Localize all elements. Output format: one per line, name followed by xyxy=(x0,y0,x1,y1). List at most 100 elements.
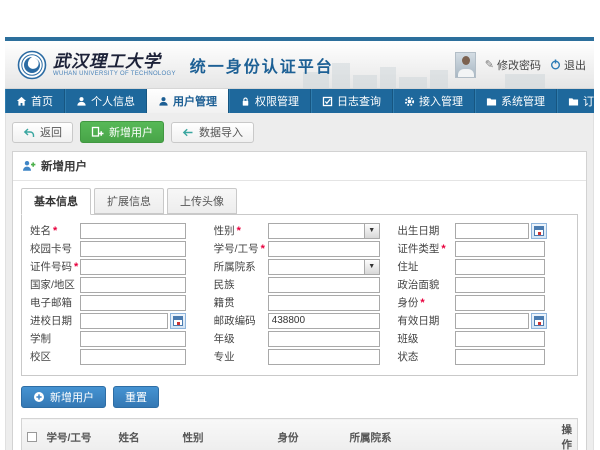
schooling-length-input[interactable] xyxy=(80,331,186,347)
native-place-input[interactable] xyxy=(268,295,380,311)
major-input[interactable] xyxy=(268,349,380,365)
nav-label: 首页 xyxy=(31,93,53,109)
form-field: 进校日期 xyxy=(24,313,208,328)
building-silhouette xyxy=(430,70,448,88)
folder-icon xyxy=(568,96,579,107)
nav-item-access-management[interactable]: 接入管理 xyxy=(393,89,475,113)
add-user-submit-button[interactable]: 新增用户 xyxy=(21,386,106,408)
calendar-icon[interactable] xyxy=(531,313,547,329)
avatar-head xyxy=(462,56,470,65)
form-column-2: 性别* ▼ 学号/工号* 所属院系 xyxy=(208,223,392,367)
site-container: 武汉理工大学 WUHAN UNIVERSITY OF TECHNOLOGY 统一… xyxy=(5,37,594,450)
nav-label: 订阅管理 xyxy=(583,93,600,109)
university-logo-icon xyxy=(17,50,47,80)
nav-item-system-management[interactable]: 系统管理 xyxy=(475,89,557,113)
brand: 武汉理工大学 WUHAN UNIVERSITY OF TECHNOLOGY 统一… xyxy=(5,50,334,80)
add-user-toolbar-button[interactable]: 新增用户 xyxy=(80,121,164,143)
nav-item-personal-info[interactable]: 个人信息 xyxy=(65,89,147,113)
table-header-row: 学号/工号 姓名 性别 身份 所属院系 操作 xyxy=(22,419,578,450)
identity-input[interactable] xyxy=(455,295,545,311)
field-label: 所属院系 xyxy=(208,259,268,274)
avatar-shirt xyxy=(458,69,474,78)
field-label: 班级 xyxy=(391,331,455,346)
logout-label: 退出 xyxy=(564,57,586,73)
birth-date-input[interactable] xyxy=(455,223,529,239)
building-silhouette xyxy=(399,77,427,88)
power-icon xyxy=(550,59,561,70)
tab-extended-info[interactable]: 扩展信息 xyxy=(94,188,164,214)
status-input[interactable] xyxy=(455,349,545,365)
postal-code-input[interactable] xyxy=(268,313,380,329)
content-panel: 新增用户 基本信息 扩展信息 上传头像 姓 xyxy=(12,151,587,450)
reset-button[interactable]: 重置 xyxy=(113,386,159,408)
field-label: 身份* xyxy=(391,295,455,310)
data-import-button[interactable]: 数据导入 xyxy=(171,122,254,143)
form-field: 专业 xyxy=(208,349,392,364)
column-header-gender: 性别 xyxy=(178,419,273,450)
back-button[interactable]: 返回 xyxy=(12,122,73,143)
basic-info-form: 姓名* 校园卡号 证件号码* 国家/地区 xyxy=(21,214,578,376)
gear-icon xyxy=(404,96,415,107)
address-input[interactable] xyxy=(455,259,545,275)
section-header: 新增用户 xyxy=(13,152,586,181)
form-field: 电子邮箱 xyxy=(24,295,208,310)
field-label: 证件类型* xyxy=(391,241,455,256)
nav-item-log-query[interactable]: 日志查询 xyxy=(311,89,393,113)
form-field: 民族 xyxy=(208,277,392,292)
id-type-input[interactable] xyxy=(455,241,545,257)
field-label: 学制 xyxy=(24,331,80,346)
form-field: 所属院系 ▼ xyxy=(208,259,392,274)
calendar-icon[interactable] xyxy=(531,223,547,239)
form-column-1: 姓名* 校园卡号 证件号码* 国家/地区 xyxy=(24,223,208,367)
class-input[interactable] xyxy=(455,331,545,347)
country-region-input[interactable] xyxy=(80,277,186,293)
required-star: * xyxy=(53,226,57,236)
building-silhouette xyxy=(332,63,350,88)
user-avatar[interactable] xyxy=(455,52,476,78)
form-field: 籍贯 xyxy=(208,295,392,310)
nav-item-permission-management[interactable]: 权限管理 xyxy=(229,89,311,113)
gender-select[interactable]: ▼ xyxy=(268,223,380,239)
logout-link[interactable]: 退出 xyxy=(550,57,586,73)
field-label: 国家/地区 xyxy=(24,277,80,292)
folder-icon xyxy=(486,96,497,107)
student-id-input[interactable] xyxy=(268,241,380,257)
field-label: 学号/工号* xyxy=(208,241,268,256)
required-star: * xyxy=(420,298,424,308)
ethnicity-input[interactable] xyxy=(268,277,380,293)
campus-card-input[interactable] xyxy=(80,241,186,257)
nav-label: 权限管理 xyxy=(255,93,299,109)
id-number-input[interactable] xyxy=(80,259,186,275)
change-password-link[interactable]: ✎ 修改密码 xyxy=(485,57,541,73)
email-input[interactable] xyxy=(80,295,186,311)
nav-item-home[interactable]: 首页 xyxy=(5,89,65,113)
campus-input[interactable] xyxy=(80,349,186,365)
tab-label: 基本信息 xyxy=(34,196,78,208)
nav-label: 日志查询 xyxy=(337,93,381,109)
calendar-icon[interactable] xyxy=(170,313,186,329)
import-arrow-icon xyxy=(182,127,194,138)
users-icon xyxy=(158,96,169,107)
entry-date-input[interactable] xyxy=(80,313,168,329)
nav-item-subscription-management[interactable]: 订阅管理 xyxy=(557,89,600,113)
valid-date-input[interactable] xyxy=(455,313,529,329)
field-label: 状态 xyxy=(391,349,455,364)
department-select[interactable]: ▼ xyxy=(268,259,380,275)
nav-item-user-management[interactable]: 用户管理 xyxy=(147,89,229,113)
tab-upload-avatar[interactable]: 上传头像 xyxy=(167,188,237,214)
political-status-input[interactable] xyxy=(455,277,545,293)
grade-input[interactable] xyxy=(268,331,380,347)
select-all-checkbox[interactable] xyxy=(27,432,37,442)
name-input[interactable] xyxy=(80,223,186,239)
pencil-icon: ✎ xyxy=(485,58,494,71)
field-label: 出生日期 xyxy=(391,223,455,238)
field-label: 有效日期 xyxy=(391,313,455,328)
field-label: 姓名* xyxy=(24,223,80,238)
required-star: * xyxy=(237,226,241,236)
university-name-en: WUHAN UNIVERSITY OF TECHNOLOGY xyxy=(53,71,176,77)
home-icon xyxy=(16,96,27,107)
form-field: 性别* ▼ xyxy=(208,223,392,238)
chevron-down-icon: ▼ xyxy=(364,260,379,274)
tab-basic-info[interactable]: 基本信息 xyxy=(21,188,91,215)
form-field: 年级 xyxy=(208,331,392,346)
